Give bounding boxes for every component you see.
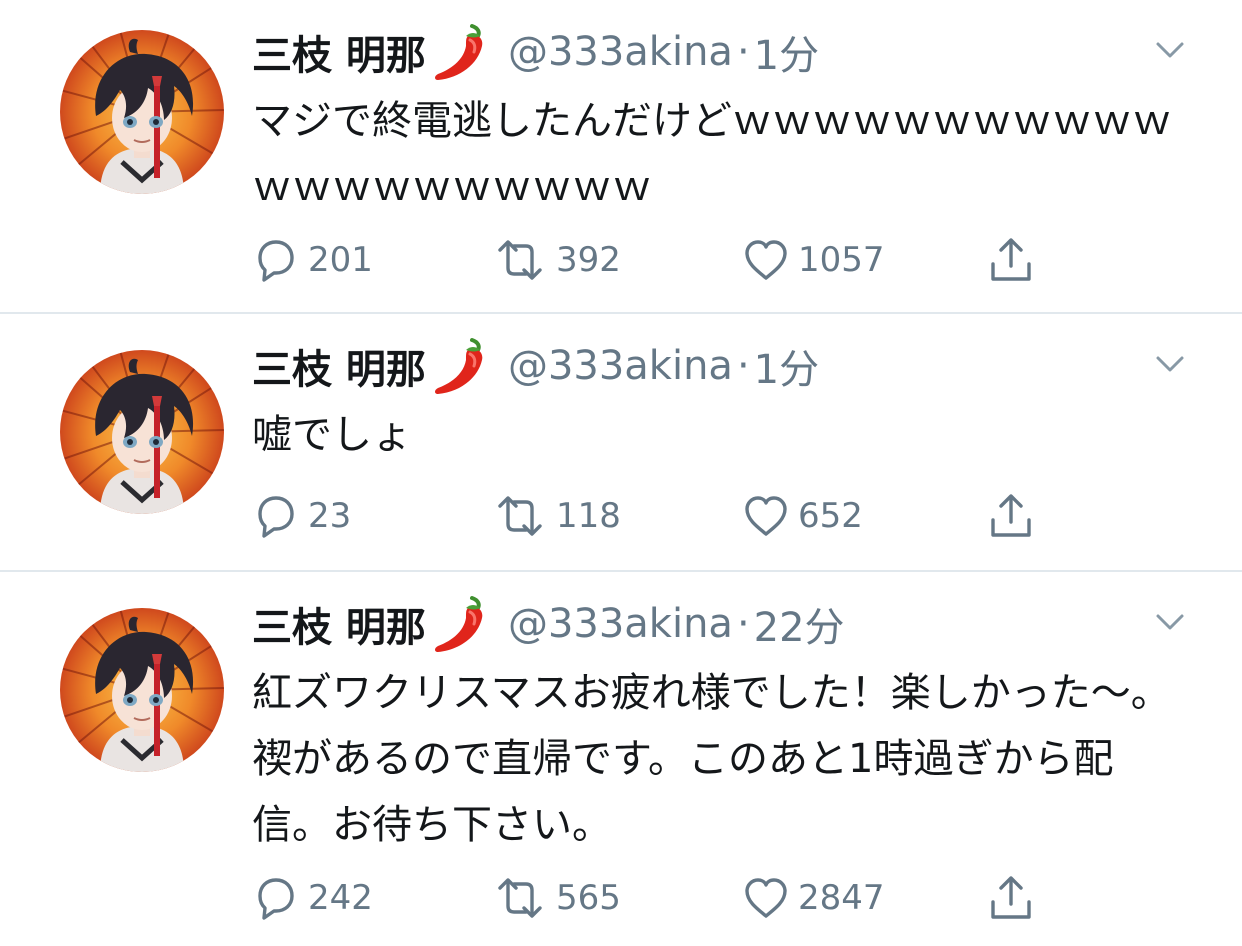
like-button[interactable]: 652 [742, 492, 863, 540]
tweet[interactable]: 三枝 明那 @333akina · 22分 紅ズワクリスマスお疲れ様でした！楽し… [0, 572, 1242, 946]
like-button[interactable]: 1057 [742, 236, 885, 284]
avatar[interactable] [60, 608, 224, 772]
retweet-icon [492, 874, 548, 922]
share-icon [987, 492, 1035, 540]
like-button[interactable]: 2847 [742, 874, 885, 922]
like-count: 2847 [798, 878, 885, 918]
heart-icon [742, 492, 790, 540]
retweet-icon [492, 492, 548, 540]
hot-pepper-emoji-icon [428, 20, 492, 84]
reply-icon [252, 236, 300, 284]
retweet-button[interactable]: 118 [492, 492, 621, 540]
avatar[interactable] [60, 30, 224, 194]
separator: · [736, 29, 750, 75]
heart-icon [742, 874, 790, 922]
handle[interactable]: @333akina [508, 343, 733, 389]
display-name[interactable]: 三枝 明那 [252, 337, 426, 395]
reply-count: 23 [308, 496, 352, 536]
retweet-button[interactable]: 565 [492, 874, 621, 922]
retweet-count: 565 [556, 878, 621, 918]
like-count: 1057 [798, 240, 885, 280]
tweet-header: 三枝 明那 @333akina · 22分 [252, 592, 845, 656]
tweet-actions: 23 118 652 [252, 492, 1052, 540]
display-name[interactable]: 三枝 明那 [252, 595, 426, 653]
chevron-down-icon[interactable] [1154, 352, 1186, 376]
heart-icon [742, 236, 790, 284]
share-button[interactable] [987, 236, 1035, 284]
retweet-count: 392 [556, 240, 621, 280]
display-name[interactable]: 三枝 明那 [252, 23, 426, 81]
retweet-count: 118 [556, 496, 621, 536]
share-button[interactable] [987, 874, 1035, 922]
reply-button[interactable]: 201 [252, 236, 373, 284]
timestamp[interactable]: 22分 [754, 595, 845, 653]
tweet-text: 紅ズワクリスマスお疲れ様でした！楽しかった〜。禊があるので直帰です。このあと1時… [252, 670, 1171, 848]
chevron-down-icon[interactable] [1154, 38, 1186, 62]
timestamp[interactable]: 1分 [754, 23, 819, 81]
reply-icon [252, 874, 300, 922]
reply-count: 201 [308, 240, 373, 280]
separator: · [736, 343, 750, 389]
tweet-actions: 201 392 1057 [252, 236, 1052, 284]
tweet-actions: 242 565 2847 [252, 874, 1052, 922]
share-icon [987, 236, 1035, 284]
tweet-text: マジで終電逃したんだけどｗｗｗｗｗｗｗｗｗｗｗｗｗｗｗｗｗｗｗｗｗ [252, 98, 1172, 210]
like-count: 652 [798, 496, 863, 536]
tweet[interactable]: 三枝 明那 @333akina · 1分 マジで終電逃したんだけどｗｗｗｗｗｗｗ… [0, 0, 1242, 314]
timestamp[interactable]: 1分 [754, 337, 819, 395]
reply-count: 242 [308, 878, 373, 918]
reply-icon [252, 492, 300, 540]
handle[interactable]: @333akina [508, 29, 733, 75]
handle[interactable]: @333akina [508, 601, 733, 647]
tweet-header: 三枝 明那 @333akina · 1分 [252, 334, 819, 398]
retweet-button[interactable]: 392 [492, 236, 621, 284]
hot-pepper-emoji-icon [428, 334, 492, 398]
hot-pepper-emoji-icon [428, 592, 492, 656]
reply-button[interactable]: 242 [252, 874, 373, 922]
retweet-icon [492, 236, 548, 284]
share-icon [987, 874, 1035, 922]
avatar[interactable] [60, 350, 224, 514]
reply-button[interactable]: 23 [252, 492, 351, 540]
share-button[interactable] [987, 492, 1035, 540]
tweet-text: 嘘でしょ [252, 412, 412, 458]
separator: · [736, 601, 750, 647]
tweet-header: 三枝 明那 @333akina · 1分 [252, 20, 819, 84]
tweet[interactable]: 三枝 明那 @333akina · 1分 嘘でしょ 23 118 652 [0, 314, 1242, 572]
chevron-down-icon[interactable] [1154, 610, 1186, 634]
